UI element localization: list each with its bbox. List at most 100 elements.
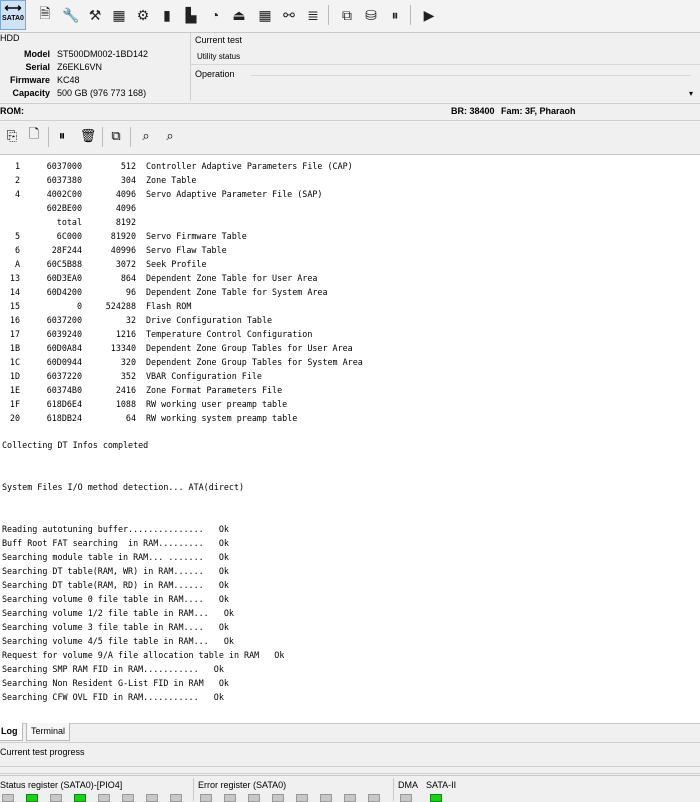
module-id: 17 (9, 329, 20, 339)
module-id: A (14, 259, 20, 269)
module-address: 6039240 (46, 329, 82, 339)
log-line: Searching CFW OVL FID in RAM........... … (2, 692, 224, 702)
module-description: VBAR Configuration File (146, 371, 262, 381)
module-address: 4002C00 (46, 189, 82, 199)
module-description: Servo Adaptive Parameter File (SAP) (146, 189, 323, 199)
module-address: 28F244 (51, 245, 82, 255)
module-size: 352 (120, 371, 136, 381)
document-icon[interactable]: 🗎 (34, 4, 56, 26)
module-address: 0 (76, 301, 82, 311)
module-description: Seek Profile (146, 259, 207, 269)
log-line: Buff Root FAT searching in RAM......... … (2, 538, 229, 548)
open-file-icon[interactable]: ⎘ (2, 126, 22, 146)
rom-status-line: ROM: BR: 38400 Fam: 3F, Pharaoh (0, 103, 700, 121)
module-size: 512 (120, 161, 136, 171)
module-size: 1088 (115, 399, 136, 409)
register-led (248, 794, 260, 802)
module-size: 4096 (115, 189, 136, 199)
module-description: Dependent Zone Group Tables for System A… (146, 357, 363, 367)
module-size: 304 (120, 175, 136, 185)
module-description: Drive Configuration Table (146, 315, 273, 325)
module-id: 14 (9, 287, 20, 297)
clear-log-icon[interactable]: 🗑 (78, 126, 98, 146)
module-size: 8192 (115, 217, 136, 227)
drive-icon[interactable]: ▙ (180, 4, 202, 26)
log-line: Searching DT table(RAM, RD) in RAM......… (2, 580, 229, 590)
tab-log[interactable]: Log (0, 723, 23, 741)
module-id: 6 (14, 245, 20, 255)
module-description: Servo Firmware Table (146, 231, 247, 241)
tab-terminal[interactable]: Terminal (26, 723, 71, 741)
module-size: 4096 (115, 203, 136, 213)
module-id: 1C (9, 357, 20, 367)
log-output[interactable]: 1 6037000 512 Controller Adaptive Parameter… (0, 154, 700, 724)
memory-icon[interactable]: ▮ (156, 4, 178, 26)
module-description: Controller Adaptive Parameters File (CAP… (146, 161, 353, 171)
register-led (430, 794, 442, 802)
firmware-row: Firmware KC48 (0, 75, 188, 88)
disk-icon[interactable]: ◔ (204, 4, 226, 26)
pause-icon[interactable]: ⏸ (52, 126, 72, 146)
hdd-info-panel: HDD Model ST500DM002-1BD142 Serial Z6EKL… (0, 33, 188, 101)
family-info: Fam: 3F, Pharaoh (501, 106, 576, 116)
database-icon[interactable]: ⛁ (360, 4, 382, 26)
grid-icon[interactable]: ▦ (254, 4, 276, 26)
copy-icon[interactable]: ⧉ (336, 4, 358, 26)
divider (393, 778, 394, 801)
hdd-header: HDD (0, 33, 20, 43)
current-test-panel: Current test Utility status Operation ▾ (190, 33, 700, 101)
register-led (170, 794, 182, 802)
gear-icon[interactable]: ⚙ (132, 4, 154, 26)
network-icon[interactable]: ⚯ (278, 4, 300, 26)
sata-port-button[interactable]: ⟷ SATA0 (0, 0, 26, 30)
current-test-label: Current test (195, 35, 243, 45)
rom-label: ROM: (0, 106, 24, 116)
module-description: Temperature Control Configuration (146, 329, 313, 339)
module-address: 6037220 (46, 371, 82, 381)
module-description: RW working system preamp table (146, 413, 298, 423)
play-icon[interactable]: ▶ (418, 4, 440, 26)
operation-rule (251, 75, 691, 76)
module-description: Zone Table (146, 175, 197, 185)
list-icon[interactable]: ≣ (302, 4, 324, 26)
sata-port-label: SATA0 (2, 15, 24, 22)
upload-icon[interactable]: ⏏ (228, 4, 250, 26)
tools-icon[interactable]: ⚒ (84, 4, 106, 26)
chip-icon[interactable]: ▦ (108, 4, 130, 26)
dropdown-arrow-icon[interactable]: ▾ (689, 89, 693, 98)
find-next-icon[interactable]: ⌕ (160, 126, 180, 146)
progress-bar (0, 766, 700, 774)
main-toolbar: ⟷ SATA0 🗎 🔧 ⚒ ▦ ⚙ ▮ ▙ ◔ ⏏ ▦ ⚯ ≣ ⧉ ⛁ ⏸ ▶ (0, 0, 700, 33)
find-icon[interactable]: ⌕ (136, 126, 156, 146)
module-description: Servo Flaw Table (146, 245, 227, 255)
register-led (344, 794, 356, 802)
register-led (2, 794, 14, 802)
serial-row: Serial Z6EKL6VN (0, 62, 188, 75)
capacity-row: Capacity 500 GB (976 773 168) (0, 88, 188, 101)
module-id: 1D (9, 371, 20, 381)
copy-log-icon[interactable]: ⧉ (106, 126, 126, 146)
module-size: 524288 (105, 301, 136, 311)
log-line: Searching SMP RAM FID in RAM........... … (2, 664, 224, 674)
toolbar-separator (328, 5, 329, 25)
register-led (224, 794, 236, 802)
utility-status: Utility status (197, 52, 241, 61)
module-description: Flash ROM (146, 301, 192, 311)
model-label: Model (24, 49, 50, 59)
register-led (146, 794, 158, 802)
sata-label: SATA-II (426, 780, 457, 790)
toolbar-separator (102, 127, 103, 147)
log-line: Request for volume 9/A file allocation t… (2, 650, 285, 660)
module-description: Zone Format Parameters File (146, 385, 283, 395)
save-file-icon[interactable]: 🗋 (24, 126, 44, 146)
module-description: Dependent Zone Table for User Area (146, 273, 318, 283)
module-address: 60D0944 (46, 357, 82, 367)
module-size: 3072 (115, 259, 136, 269)
wrench-icon[interactable]: 🔧 (60, 4, 82, 26)
log-line: Searching volume 4/5 file table in RAM..… (2, 636, 234, 646)
register-led (320, 794, 332, 802)
module-size: 2416 (115, 385, 136, 395)
recorder-icon[interactable]: ⏸ (384, 4, 406, 26)
capacity-label: Capacity (12, 88, 50, 98)
divider (193, 778, 194, 801)
